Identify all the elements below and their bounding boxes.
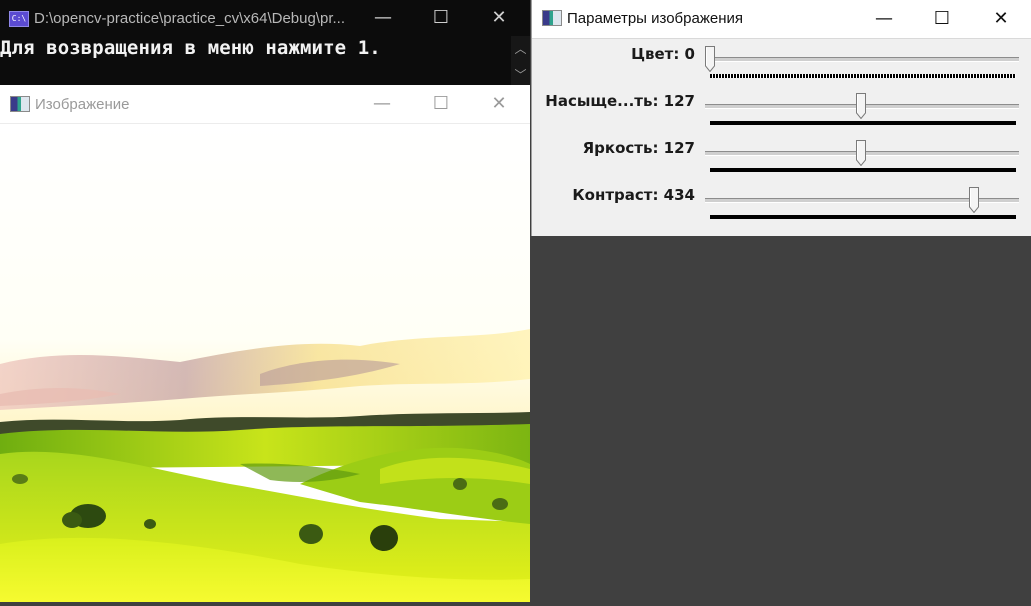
landscape-image xyxy=(0,124,530,602)
image-window-icon xyxy=(10,96,30,112)
console-minimize-button[interactable]: — xyxy=(370,8,396,28)
trackbar-contrast: Контраст: 434 xyxy=(532,181,1031,227)
trackbar-ticks xyxy=(710,74,1016,78)
image-maximize-button[interactable]: ☐ xyxy=(428,94,454,114)
trackbar-ticks xyxy=(710,215,1016,219)
params-titlebar[interactable]: Параметры изображения — ☐ ✕ xyxy=(532,0,1031,39)
console-titlebar[interactable]: C:\ D:\opencv-practice\practice_cv\x64\D… xyxy=(0,0,530,36)
trackbar-label: Яркость: 127 xyxy=(582,139,695,157)
console-title: D:\opencv-practice\practice_cv\x64\Debug… xyxy=(34,10,345,27)
trackbar-label: Насыще...ть: 127 xyxy=(545,92,695,110)
console-close-button[interactable]: ✕ xyxy=(486,8,512,28)
trackbar-hue: Цвет: 0 xyxy=(532,40,1031,86)
scroll-down-icon[interactable]: ﹀ xyxy=(511,66,530,83)
trackbar-ticks xyxy=(710,168,1016,172)
console-window: C:\ D:\opencv-practice\practice_cv\x64\D… xyxy=(0,0,530,85)
scroll-up-icon[interactable]: ︿ xyxy=(511,40,530,57)
image-window-titlebar[interactable]: Изображение — ☐ ✕ xyxy=(0,85,530,124)
console-app-icon: C:\ xyxy=(9,11,29,27)
params-window-icon xyxy=(542,10,562,26)
trackbar-label: Цвет: 0 xyxy=(631,45,695,63)
params-close-button[interactable]: ✕ xyxy=(988,8,1014,30)
console-output-text: Для возвращения в меню нажмите 1. xyxy=(0,37,381,59)
trackbar-thumb[interactable] xyxy=(856,140,867,166)
image-window-title: Изображение xyxy=(35,96,130,113)
trackbar-ticks xyxy=(710,121,1016,125)
params-window: Параметры изображения — ☐ ✕ Цвет: 0 Насы… xyxy=(531,0,1031,236)
image-window: Изображение — ☐ ✕ xyxy=(0,85,530,602)
trackbar-groove[interactable] xyxy=(705,57,1019,62)
trackbar-thumb[interactable] xyxy=(968,187,979,213)
console-scrollbar[interactable]: ︿ ﹀ xyxy=(511,36,530,85)
trackbar-brightness: Яркость: 127 xyxy=(532,134,1031,180)
trackbar-thumb[interactable] xyxy=(856,93,867,119)
params-maximize-button[interactable]: ☐ xyxy=(929,8,955,30)
trackbar-saturation: Насыще...ть: 127 xyxy=(532,87,1031,133)
image-minimize-button[interactable]: — xyxy=(369,94,395,114)
params-minimize-button[interactable]: — xyxy=(871,8,897,30)
trackbar-thumb[interactable] xyxy=(705,46,715,72)
image-close-button[interactable]: ✕ xyxy=(486,94,512,114)
trackbar-label: Контраст: 434 xyxy=(572,186,695,204)
console-maximize-button[interactable]: ☐ xyxy=(428,8,454,28)
params-window-title: Параметры изображения xyxy=(567,10,743,27)
